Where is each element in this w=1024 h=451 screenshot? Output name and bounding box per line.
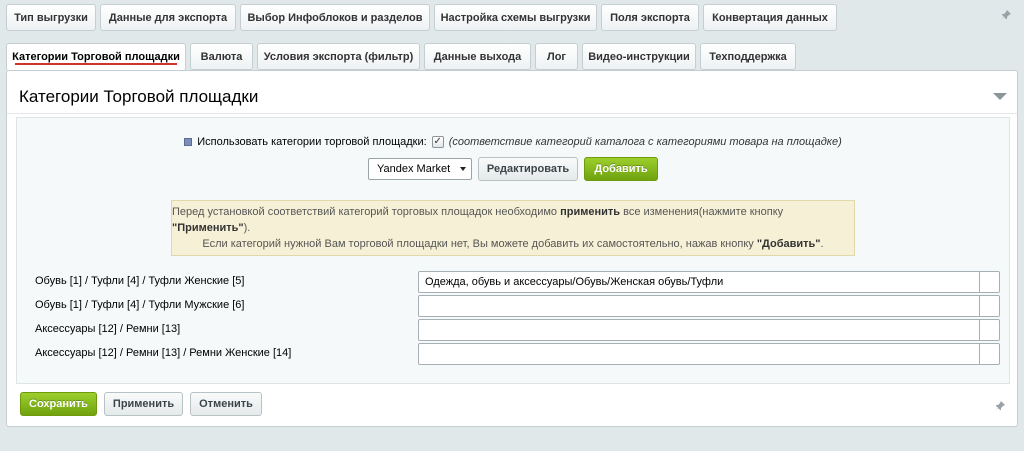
content-panel: Категории Торговой площадки Использовать… xyxy=(6,70,1018,427)
category-mapping-value[interactable]: Одежда, обувь и аксессуары/Обувь/Женская… xyxy=(419,272,979,292)
tab-video-instructions[interactable]: Видео-инструкции xyxy=(582,43,696,70)
tab-export-type[interactable]: Тип выгрузки xyxy=(6,4,96,31)
edit-button[interactable]: Редактировать xyxy=(478,157,578,181)
notice-line-2: Если категорий нужной Вам торговой площа… xyxy=(202,238,824,250)
category-row: Аксессуары [12] / Ремни [13] xyxy=(17,319,1009,341)
category-row: Обувь [1] / Туфли [4] / Туфли Мужские [6… xyxy=(17,295,1009,317)
use-categories-row: Использовать категории торговой площадки… xyxy=(17,136,1009,148)
notice-line-1: Перед установкой соответствий категорий … xyxy=(172,206,784,234)
category-label: Обувь [1] / Туфли [4] / Туфли Мужские [6… xyxy=(35,299,245,311)
tab-bar-secondary: Категории Торговой площадки Валюта Услов… xyxy=(6,43,796,71)
form-actions: Сохранить Применить Отменить xyxy=(20,392,262,416)
category-mapping-value[interactable] xyxy=(419,296,979,316)
pin-icon[interactable] xyxy=(994,400,1006,412)
category-mapping-value[interactable] xyxy=(419,320,979,340)
category-mapping-input[interactable] xyxy=(418,295,1000,317)
divider xyxy=(7,113,1017,114)
add-button[interactable]: Добавить xyxy=(584,157,658,181)
chevron-down-icon[interactable] xyxy=(993,93,1007,100)
marker-icon xyxy=(184,138,193,146)
apply-button[interactable]: Применить xyxy=(104,392,183,416)
pin-icon[interactable] xyxy=(1000,9,1012,21)
tab-export-conditions[interactable]: Условия экспорта (фильтр) xyxy=(257,43,420,70)
category-input-addon[interactable] xyxy=(979,296,999,316)
marketplace-select-value: Yandex Market xyxy=(377,163,451,175)
use-categories-checkbox[interactable]: ✓ xyxy=(431,136,444,148)
tab-infoblocks[interactable]: Выбор Инфоблоков и разделов xyxy=(240,4,430,31)
category-label: Аксессуары [12] / Ремни [13] / Ремни Жен… xyxy=(35,347,292,359)
tab-marketplace-categories[interactable]: Категории Торговой площадки xyxy=(6,43,186,71)
category-row: Аксессуары [12] / Ремни [13] / Ремни Жен… xyxy=(17,343,1009,365)
settings-area: Использовать категории торговой площадки… xyxy=(16,117,1010,384)
use-categories-note: (соответствие категорий каталога с катег… xyxy=(448,136,842,148)
category-mapping-input[interactable] xyxy=(418,343,1000,365)
marketplace-select[interactable]: Yandex Market xyxy=(368,158,472,180)
chevron-down-icon xyxy=(460,167,466,171)
cancel-button[interactable]: Отменить xyxy=(190,392,262,416)
tab-log[interactable]: Лог xyxy=(535,43,578,70)
use-categories-label: Использовать категории торговой площадки… xyxy=(197,136,427,148)
tab-output-data[interactable]: Данные выхода xyxy=(424,43,531,70)
category-mapping-input[interactable] xyxy=(418,319,1000,341)
category-label: Обувь [1] / Туфли [4] / Туфли Женские [5… xyxy=(35,275,245,287)
tab-bar-primary: Тип выгрузки Данные для экспорта Выбор И… xyxy=(6,4,837,31)
tab-export-schema[interactable]: Настройка схемы выгрузки xyxy=(434,4,597,31)
category-mapping-input[interactable]: Одежда, обувь и аксессуары/Обувь/Женская… xyxy=(418,271,1000,293)
save-button[interactable]: Сохранить xyxy=(20,392,97,416)
info-notice: Перед установкой соответствий категорий … xyxy=(171,200,855,256)
category-label: Аксессуары [12] / Ремни [13] xyxy=(35,323,181,335)
marketplace-controls: Yandex Market Редактировать Добавить xyxy=(17,157,1009,181)
category-mapping-value[interactable] xyxy=(419,344,979,364)
tab-data-conversion[interactable]: Конвертация данных xyxy=(703,4,837,31)
category-input-addon[interactable] xyxy=(979,272,999,292)
tab-support[interactable]: Техподдержка xyxy=(700,43,796,70)
tab-currency[interactable]: Валюта xyxy=(190,43,253,70)
category-input-addon[interactable] xyxy=(979,320,999,340)
tab-export-data[interactable]: Данные для экспорта xyxy=(100,4,236,31)
page-title: Категории Торговой площадки xyxy=(19,87,259,106)
tab-export-fields[interactable]: Поля экспорта xyxy=(601,4,699,31)
category-input-addon[interactable] xyxy=(979,344,999,364)
category-row: Обувь [1] / Туфли [4] / Туфли Женские [5… xyxy=(17,271,1009,293)
checkmark-icon: ✓ xyxy=(433,136,442,147)
